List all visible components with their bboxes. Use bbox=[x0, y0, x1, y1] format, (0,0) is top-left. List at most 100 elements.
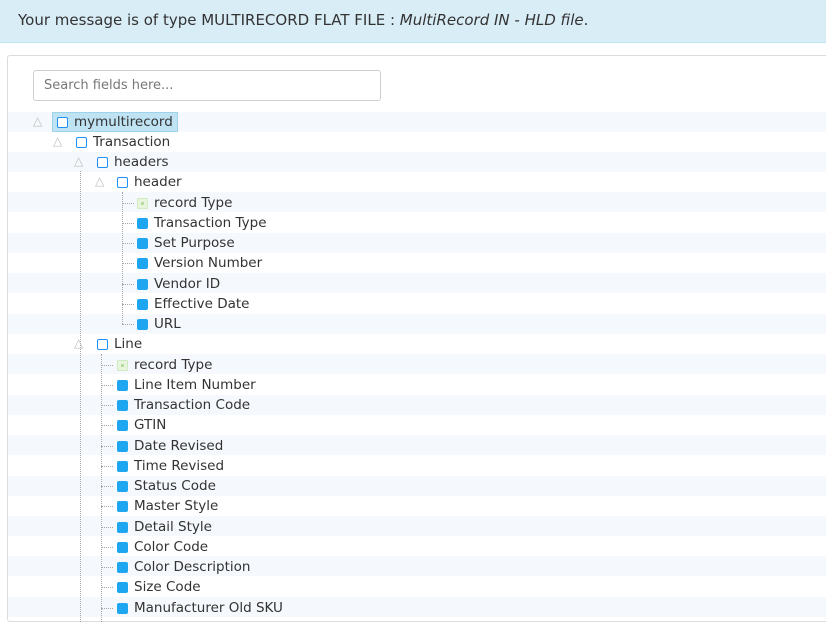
tree-field-label: Effective Date bbox=[154, 296, 250, 312]
folder-node-icon bbox=[57, 116, 68, 128]
tree-field[interactable]: Time Revised bbox=[117, 456, 224, 476]
tree-field-label: record Type bbox=[134, 357, 213, 373]
field-icon bbox=[117, 500, 128, 512]
tree-node-label: header bbox=[134, 174, 182, 190]
tree-field[interactable]: URL bbox=[137, 314, 181, 334]
tree-node-label: mymultirecord bbox=[74, 114, 173, 130]
tree-connector bbox=[101, 486, 113, 487]
tree-field[interactable]: Line Item Number bbox=[117, 375, 256, 395]
tree-field-record-type[interactable]: record Type bbox=[117, 355, 212, 375]
tree-connector bbox=[101, 587, 113, 588]
tree-connector bbox=[122, 243, 134, 244]
message-type-banner: Your message is of type MULTIRECORD FLAT… bbox=[0, 0, 826, 43]
field-icon bbox=[137, 257, 148, 269]
tree-node-label: Line bbox=[114, 336, 143, 352]
collapse-toggle-icon[interactable]: △ bbox=[33, 114, 49, 128]
field-icon bbox=[117, 541, 128, 553]
tree-field[interactable]: Date Revised bbox=[117, 436, 223, 456]
tree-field-label: Color Code bbox=[134, 539, 209, 555]
field-icon bbox=[137, 318, 148, 330]
tree-node-label: Transaction bbox=[93, 134, 171, 150]
field-icon bbox=[117, 440, 128, 452]
tree-connector bbox=[101, 446, 113, 447]
banner-file-type: MultiRecord IN - HLD file bbox=[399, 11, 584, 29]
collapse-toggle-icon[interactable]: △ bbox=[53, 134, 69, 148]
search-input[interactable] bbox=[33, 70, 381, 101]
tree-field[interactable]: Detail Style bbox=[117, 517, 212, 537]
tree-field-label: Manufacturer Old SKU bbox=[134, 600, 283, 616]
tree-field[interactable]: Version Number bbox=[137, 253, 262, 273]
tree-node-line[interactable]: Line bbox=[97, 334, 142, 354]
tree-field-label: Vendor ID bbox=[154, 276, 221, 292]
collapse-toggle-icon[interactable]: △ bbox=[74, 154, 90, 168]
folder-node-icon bbox=[76, 136, 87, 148]
tree-field[interactable]: Set Purpose bbox=[137, 233, 235, 253]
field-icon bbox=[137, 298, 148, 310]
row-stripe bbox=[8, 192, 826, 212]
folder-node-icon bbox=[97, 338, 108, 350]
tree-connector bbox=[101, 365, 113, 366]
tree-field[interactable]: Size Code bbox=[117, 577, 201, 597]
tree-field-label: Time Revised bbox=[134, 458, 225, 474]
tree-field[interactable]: Manufacturer Old SKU bbox=[117, 598, 283, 618]
collapse-toggle-icon[interactable]: △ bbox=[95, 174, 111, 188]
tree-field-record-type[interactable]: record Type bbox=[137, 193, 232, 213]
tree-connector bbox=[122, 263, 134, 264]
tree-field[interactable]: Transaction Type bbox=[137, 213, 267, 233]
tree-connector bbox=[101, 567, 113, 568]
tree-field-label: Transaction Code bbox=[134, 397, 251, 413]
tree-connector bbox=[122, 203, 134, 204]
tree-connector bbox=[101, 608, 113, 609]
tree-field-label: Version Number bbox=[154, 255, 263, 271]
tree-field[interactable]: Color Code bbox=[117, 537, 208, 557]
tree-field-label: Line Item Number bbox=[134, 377, 256, 393]
tree-connector bbox=[122, 324, 134, 325]
banner-message: Your message is of type MULTIRECORD FLAT… bbox=[18, 11, 588, 29]
tree-field[interactable]: Effective Date bbox=[137, 294, 249, 314]
tree-connector bbox=[101, 385, 113, 386]
field-icon bbox=[117, 521, 128, 533]
tree-connector bbox=[101, 425, 113, 426]
field-icon bbox=[117, 480, 128, 492]
tree-field[interactable]: Status Code bbox=[117, 476, 216, 496]
field-icon bbox=[117, 460, 128, 472]
field-icon bbox=[117, 399, 128, 411]
folder-node-icon bbox=[97, 156, 108, 168]
tree-field-label: Detail Style bbox=[134, 519, 212, 535]
tree-connector bbox=[101, 547, 113, 548]
field-icon bbox=[117, 379, 128, 391]
tree-connector bbox=[101, 405, 113, 406]
record-type-icon bbox=[117, 359, 128, 371]
field-icon bbox=[117, 419, 128, 431]
tree-field[interactable]: Transaction Code bbox=[117, 395, 250, 415]
banner-suffix: . bbox=[583, 11, 589, 29]
field-icon bbox=[137, 217, 148, 229]
tree-field[interactable]: Color Description bbox=[117, 557, 250, 577]
tree-connector bbox=[80, 171, 81, 622]
tree-field-label: Set Purpose bbox=[154, 235, 235, 251]
tree-node-header[interactable]: header bbox=[117, 172, 182, 192]
field-icon bbox=[117, 602, 128, 614]
collapse-toggle-icon[interactable]: △ bbox=[74, 336, 90, 350]
tree-field-label: GTIN bbox=[134, 417, 167, 433]
tree-field-label: record Type bbox=[154, 195, 233, 211]
field-icon bbox=[117, 581, 128, 593]
tree-connector bbox=[101, 527, 113, 528]
tree-node-root[interactable]: mymultirecord bbox=[52, 112, 178, 132]
tree-field-label: URL bbox=[154, 316, 181, 332]
tree-field-label: Transaction Type bbox=[154, 215, 267, 231]
tree-field-label: Status Code bbox=[134, 478, 216, 494]
tree-field-label: Master Style bbox=[134, 498, 219, 514]
tree-field[interactable]: Master Style bbox=[117, 496, 218, 516]
tree-node-label: headers bbox=[114, 154, 169, 170]
tree-field[interactable]: Vendor ID bbox=[137, 274, 220, 294]
tree-node-transaction[interactable]: Transaction bbox=[76, 132, 170, 152]
tree-node-headers[interactable]: headers bbox=[97, 152, 169, 172]
tree-connector bbox=[122, 304, 134, 305]
folder-node-icon bbox=[117, 176, 128, 188]
row-stripe bbox=[8, 273, 826, 293]
record-type-icon bbox=[137, 197, 148, 209]
tree-connector bbox=[101, 354, 102, 622]
tree-field-label: Date Revised bbox=[134, 438, 224, 454]
tree-field[interactable]: GTIN bbox=[117, 415, 166, 435]
